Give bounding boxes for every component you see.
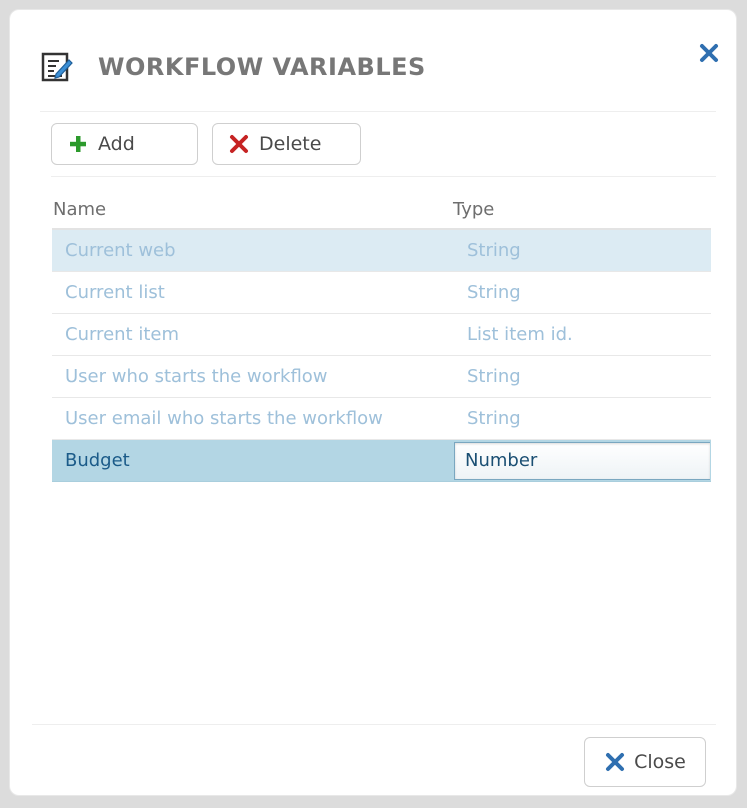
- variables-grid: Name Type Current web String Current lis…: [52, 190, 711, 482]
- variable-type-cell: List item id.: [467, 324, 573, 345]
- variable-name-cell: Current web: [65, 240, 176, 261]
- close-x-icon: [604, 751, 626, 773]
- type-editor-input[interactable]: Number: [454, 441, 710, 480]
- table-row-selected[interactable]: Budget Number: [52, 440, 711, 482]
- dialog-title: WORKFLOW VARIABLES: [98, 53, 426, 81]
- delete-button-label: Delete: [259, 133, 322, 155]
- close-button-label: Close: [634, 751, 686, 773]
- toolbar-divider: [51, 176, 716, 177]
- plus-icon: [68, 134, 88, 154]
- table-row[interactable]: User who starts the workflow String: [52, 356, 711, 398]
- column-header-type[interactable]: Type: [453, 199, 711, 220]
- delete-x-icon: [229, 134, 249, 154]
- toolbar: Add Delete: [51, 123, 361, 165]
- variable-type-cell: String: [467, 282, 521, 303]
- variable-name-cell: User who starts the workflow: [65, 366, 328, 387]
- footer-divider: [32, 724, 716, 725]
- variable-type-cell: Number: [453, 441, 711, 480]
- workflow-variables-dialog: WORKFLOW VARIABLES Add Delete Name Type …: [9, 9, 737, 796]
- add-button[interactable]: Add: [51, 123, 198, 165]
- title-divider: [40, 111, 716, 112]
- dialog-title-bar: WORKFLOW VARIABLES: [40, 47, 426, 87]
- close-button[interactable]: Close: [584, 737, 706, 787]
- variable-name-cell: Budget: [65, 450, 130, 471]
- delete-button[interactable]: Delete: [212, 123, 361, 165]
- column-header-name[interactable]: Name: [52, 199, 453, 220]
- table-row[interactable]: Current web String: [52, 230, 711, 272]
- variable-type-cell: String: [467, 408, 521, 429]
- close-icon[interactable]: [698, 42, 722, 66]
- edit-document-icon: [40, 50, 74, 84]
- table-row[interactable]: User email who starts the workflow Strin…: [52, 398, 711, 440]
- variable-type-cell: String: [467, 240, 521, 261]
- variable-name-cell: Current item: [65, 324, 179, 345]
- table-row[interactable]: Current list String: [52, 272, 711, 314]
- variable-name-cell: Current list: [65, 282, 165, 303]
- add-button-label: Add: [98, 133, 135, 155]
- variable-name-cell: User email who starts the workflow: [65, 408, 383, 429]
- variable-type-cell: String: [467, 366, 521, 387]
- table-row[interactable]: Current item List item id.: [52, 314, 711, 356]
- grid-header: Name Type: [52, 190, 711, 230]
